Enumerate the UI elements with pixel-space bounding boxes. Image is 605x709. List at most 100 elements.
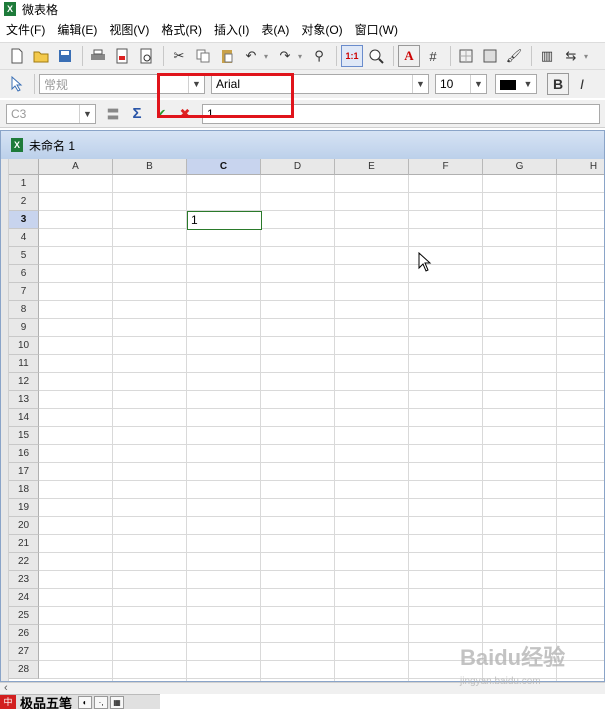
menu-format[interactable]: 格式(R) — [155, 19, 208, 41]
column-header-D[interactable]: D — [261, 159, 335, 175]
row-header[interactable]: 10 — [9, 337, 39, 355]
ime-keyboard-icon[interactable]: ▦ — [110, 695, 125, 709]
row-header[interactable]: 7 — [9, 283, 39, 301]
undo-icon[interactable]: ↶ — [240, 45, 262, 67]
row-header[interactable]: 26 — [9, 625, 39, 643]
zoom-icon[interactable] — [365, 45, 387, 67]
toolbar-separator — [531, 46, 532, 66]
row-header[interactable]: 21 — [9, 535, 39, 553]
print-preview-icon[interactable] — [135, 45, 157, 67]
menu-view[interactable]: 视图(V) — [103, 19, 155, 41]
cells-area[interactable] — [39, 175, 604, 681]
column-header-E[interactable]: E — [335, 159, 409, 175]
row-header[interactable]: 25 — [9, 607, 39, 625]
save-icon[interactable] — [54, 45, 76, 67]
select-pointer-icon[interactable] — [6, 73, 28, 95]
menu-insert[interactable]: 插入(I) — [208, 19, 255, 41]
redo-icon[interactable]: ↷ — [274, 45, 296, 67]
row-header[interactable]: 23 — [9, 571, 39, 589]
document-tab[interactable]: X 未命名 1 — [1, 131, 604, 159]
font-size-select[interactable]: 10 ▼ — [435, 74, 487, 94]
column-header-F[interactable]: F — [409, 159, 483, 175]
row-header[interactable]: 17 — [9, 463, 39, 481]
active-cell-C3[interactable]: 1 — [187, 211, 262, 230]
font-color-select[interactable]: ▼ — [495, 74, 537, 94]
scroll-left-icon[interactable]: ‹ — [4, 682, 8, 694]
menu-edit[interactable]: 编辑(E) — [51, 19, 103, 41]
ime-logo-icon[interactable]: 中 — [0, 694, 16, 709]
row-header[interactable]: 8 — [9, 301, 39, 319]
baidu-watermark: Baidu经验 jingyan.baidu.com — [460, 640, 600, 690]
cut-icon[interactable]: ✂ — [168, 45, 190, 67]
chevron-down-icon[interactable]: ▼ — [470, 75, 486, 93]
paste-icon[interactable] — [216, 45, 238, 67]
zoom-1-1-icon[interactable]: 1:1 — [341, 45, 363, 67]
column-header-A[interactable]: A — [39, 159, 113, 175]
select-all-corner[interactable] — [9, 159, 39, 175]
row-header[interactable]: 20 — [9, 517, 39, 535]
row-header[interactable]: 9 — [9, 319, 39, 337]
row-header[interactable]: 28 — [9, 661, 39, 679]
row-header[interactable]: 15 — [9, 427, 39, 445]
row-header[interactable]: 4 — [9, 229, 39, 247]
new-file-icon[interactable] — [6, 45, 28, 67]
column-header-G[interactable]: G — [483, 159, 557, 175]
column-header-C[interactable]: C — [187, 159, 261, 175]
spreadsheet-window: X 未命名 1 A B C D E F G H 1 2 3 4 5 6 7 8 … — [0, 130, 605, 682]
undo-dropdown-icon[interactable]: ▾ — [264, 52, 272, 61]
menu-file[interactable]: 文件(F) — [0, 19, 51, 41]
toolbar-separator — [393, 46, 394, 66]
row-header[interactable]: 22 — [9, 553, 39, 571]
formula-bar: C3 ▼ 〓 Σ ✔ ✖ 1 — [0, 100, 605, 128]
toolbar-separator — [336, 46, 337, 66]
watermark-subtext: jingyan.baidu.com — [460, 676, 541, 687]
chevron-down-icon[interactable]: ▼ — [412, 75, 428, 93]
row-header[interactable]: 16 — [9, 445, 39, 463]
row-header[interactable]: 6 — [9, 265, 39, 283]
toolbar-separator — [450, 46, 451, 66]
column-header-H[interactable]: H — [557, 159, 604, 175]
text-color-icon[interactable]: A — [398, 45, 420, 67]
find-icon[interactable]: ⚲ — [308, 45, 330, 67]
row-header[interactable]: 11 — [9, 355, 39, 373]
row-header[interactable]: 14 — [9, 409, 39, 427]
menu-table[interactable]: 表(A) — [255, 19, 295, 41]
menu-window[interactable]: 窗口(W) — [349, 19, 404, 41]
row-header[interactable]: 13 — [9, 391, 39, 409]
ime-punct-icon[interactable]: ·, — [94, 695, 109, 709]
equals-icon[interactable]: 〓 — [102, 103, 124, 125]
open-folder-icon[interactable] — [30, 45, 52, 67]
sum-icon[interactable]: Σ — [126, 103, 148, 125]
print-icon[interactable] — [87, 45, 109, 67]
copy-icon[interactable] — [192, 45, 214, 67]
chevron-down-icon[interactable]: ▼ — [79, 104, 95, 123]
row-header[interactable]: 2 — [9, 193, 39, 211]
row-header[interactable]: 5 — [9, 247, 39, 265]
row-header[interactable]: 24 — [9, 589, 39, 607]
sort-dropdown-icon[interactable]: ▾ — [584, 52, 592, 61]
grid-lines-icon[interactable]: # — [422, 45, 444, 67]
columns-icon[interactable]: ▥ — [536, 45, 558, 67]
ime-status-bar: 中 极品五笔 ◐ ·, ▦ — [0, 694, 160, 709]
row-header[interactable]: 18 — [9, 481, 39, 499]
export-pdf-icon[interactable] — [111, 45, 133, 67]
fill-icon[interactable] — [479, 45, 501, 67]
menu-object[interactable]: 对象(O) — [295, 19, 348, 41]
app-title: 微表格 — [22, 2, 59, 17]
row-header[interactable]: 19 — [9, 499, 39, 517]
format-painter-icon[interactable]: 🖌 — [503, 45, 525, 67]
chevron-down-icon[interactable]: ▼ — [520, 75, 536, 93]
row-header-active[interactable]: 3 — [9, 211, 39, 229]
ime-moon-icon[interactable]: ◐ — [78, 695, 93, 709]
ime-label[interactable]: 极品五笔 — [16, 693, 76, 709]
row-header[interactable]: 27 — [9, 643, 39, 661]
row-header[interactable]: 12 — [9, 373, 39, 391]
sort-icon[interactable]: ⇆ — [560, 45, 582, 67]
italic-button[interactable]: I — [571, 73, 593, 95]
column-header-B[interactable]: B — [113, 159, 187, 175]
redo-dropdown-icon[interactable]: ▾ — [298, 52, 306, 61]
cell-reference-box[interactable]: C3 ▼ — [6, 103, 96, 124]
borders-icon[interactable] — [455, 45, 477, 67]
bold-button[interactable]: B — [547, 73, 569, 95]
row-header[interactable]: 1 — [9, 175, 39, 193]
